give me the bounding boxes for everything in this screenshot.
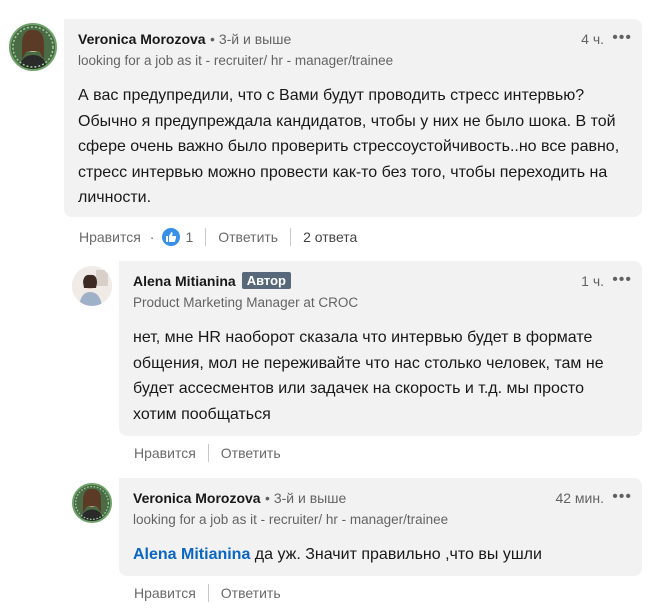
comment-bubble: Alena Mitianina Автор 1 ч. ••• Product Ma… [119, 261, 642, 436]
avatar[interactable] [72, 266, 112, 306]
author-name[interactable]: Alena Mitianina [133, 273, 236, 289]
comment-veronica-1: Veronica Morozova • 3-й и выше 4 ч. ••• … [0, 0, 658, 250]
comment-text: Alena Mitianina да уж. Значит правильно … [133, 542, 623, 568]
more-options-icon[interactable]: ••• [612, 488, 632, 506]
avatar-photo-icon [11, 25, 55, 69]
divider [207, 444, 209, 462]
timestamp: 4 ч. [581, 31, 604, 47]
more-options-icon[interactable]: ••• [612, 271, 632, 289]
reply-button[interactable]: Ответить [218, 229, 278, 245]
like-reaction-icon[interactable] [162, 228, 181, 246]
comment-actions: Нравится Ответить [134, 444, 281, 462]
divider [205, 228, 207, 246]
separator-dot: · [149, 229, 155, 245]
comment-actions: Нравится Ответить [134, 584, 281, 602]
comment-text-rest: да уж. Значит правильно ,что вы ушли [250, 546, 542, 563]
comment-bubble: Veronica Morozova • 3-й и выше 42 мин. •… [119, 478, 642, 576]
connection-degree: • 3-й и выше [210, 31, 292, 47]
reply-button[interactable]: Ответить [221, 445, 281, 461]
reply-button[interactable]: Ответить [221, 585, 281, 601]
like-button[interactable]: Нравится [79, 229, 141, 245]
author-name[interactable]: Veronica Morozova [78, 31, 206, 47]
mention-link[interactable]: Alena Mitianina [133, 546, 250, 563]
timestamp: 42 мин. [555, 490, 604, 506]
comment-actions: Нравится · 1 Ответить 2 ответа [79, 228, 357, 246]
avatar[interactable] [72, 483, 112, 523]
divider [290, 228, 292, 246]
connection-degree: • 3-й и выше [265, 490, 347, 506]
more-options-icon[interactable]: ••• [612, 29, 632, 47]
reply-alena: Alena Mitianina Автор 1 ч. ••• Product Ma… [0, 255, 658, 470]
replies-count[interactable]: 2 ответа [303, 229, 357, 245]
reaction-count[interactable]: 1 [185, 229, 193, 245]
timestamp: 1 ч. [581, 273, 604, 289]
avatar-photo-icon [72, 266, 112, 306]
like-button[interactable]: Нравится [134, 445, 196, 461]
avatar[interactable] [9, 23, 57, 71]
author-headline: Product Marketing Manager at CROC [133, 295, 359, 310]
author-badge: Автор [241, 272, 291, 289]
author-name[interactable]: Veronica Morozova [133, 490, 261, 506]
divider [207, 584, 209, 602]
like-button[interactable]: Нравится [134, 585, 196, 601]
comment-bubble: Veronica Morozova • 3-й и выше 4 ч. ••• … [64, 19, 642, 217]
author-headline: looking for a job as it - recruiter/ hr … [133, 512, 449, 527]
author-headline: looking for a job as it - recruiter/ hr … [78, 53, 394, 68]
avatar-photo-icon [74, 485, 110, 521]
comment-text: А вас предупредили, что с Вами будут про… [78, 87, 620, 206]
reply-veronica: Veronica Morozova • 3-й и выше 42 мин. •… [0, 470, 658, 615]
comment-text: нет, мне HR наоборот сказала что интервь… [133, 329, 604, 423]
